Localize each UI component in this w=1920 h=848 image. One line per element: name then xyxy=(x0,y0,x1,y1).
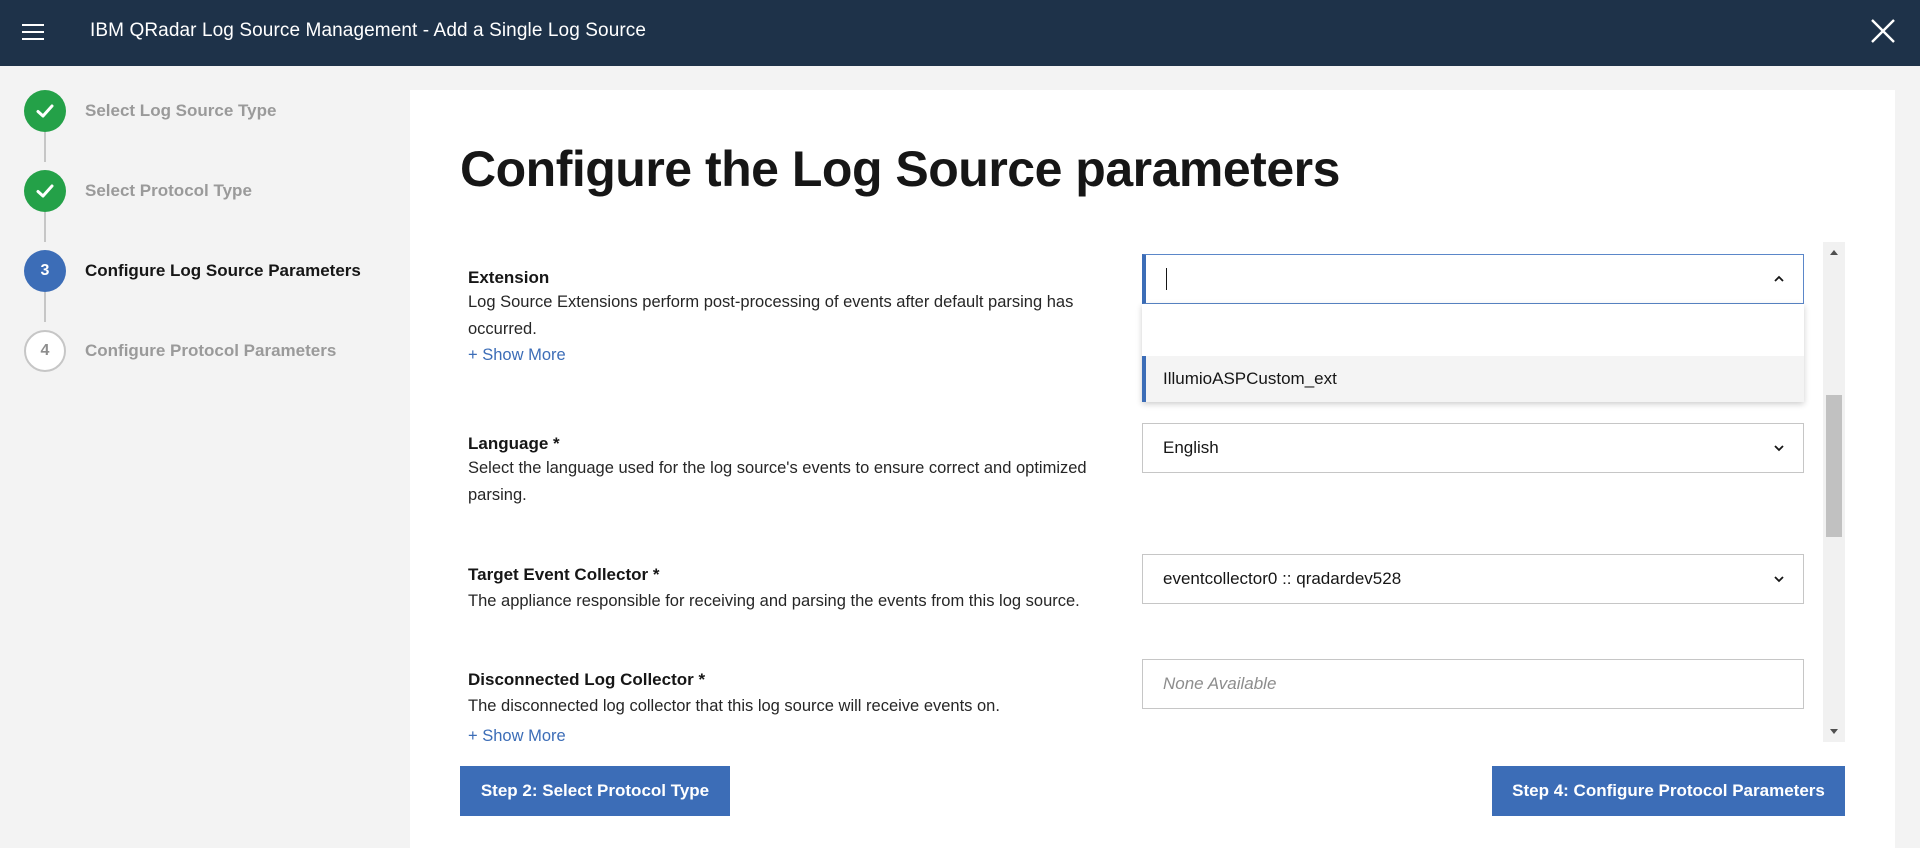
chevron-down-icon xyxy=(1774,576,1784,583)
next-step-button[interactable]: Step 4: Configure Protocol Parameters xyxy=(1492,766,1845,816)
extension-show-more-link[interactable]: + Show More xyxy=(468,346,566,365)
disconnected-log-collector-placeholder: None Available xyxy=(1163,674,1277,693)
text-caret xyxy=(1166,268,1167,290)
step-select-log-source-type[interactable]: Select Log Source Type xyxy=(24,90,276,132)
extension-dropdown-list: IllumioASPCustom_ext xyxy=(1142,304,1804,402)
extension-label: Extension xyxy=(468,268,550,287)
app-title: IBM QRadar Log Source Management - Add a… xyxy=(90,20,647,41)
target-event-collector-value: eventcollector0 :: qradardev528 xyxy=(1163,569,1402,588)
step-number: 3 xyxy=(24,250,66,292)
parameters-form[interactable]: Extension Log Source Extensions perform … xyxy=(450,242,1853,742)
step-configure-protocol-parameters: 4 Configure Protocol Parameters xyxy=(24,330,336,372)
disconnected-show-more-link[interactable]: + Show More xyxy=(468,727,566,742)
language-select[interactable]: English xyxy=(1142,423,1804,473)
step-label: Configure Log Source Parameters xyxy=(85,261,361,280)
language-label: Language * xyxy=(468,434,560,453)
step-connector xyxy=(44,132,46,162)
close-icon[interactable] xyxy=(1868,16,1898,46)
disconnected-log-collector-label: Disconnected Log Collector * xyxy=(468,670,706,689)
language-value: English xyxy=(1163,438,1219,457)
form-scrollbar[interactable] xyxy=(1823,242,1845,742)
disconnected-log-collector-description: The disconnected log collector that this… xyxy=(468,697,1000,715)
step-configure-log-source-parameters: 3 Configure Log Source Parameters xyxy=(24,250,361,292)
step-label: Select Protocol Type xyxy=(85,181,252,200)
step-select-protocol-type[interactable]: Select Protocol Type xyxy=(24,170,252,212)
disconnected-log-collector-select: None Available xyxy=(1142,659,1804,709)
step-number: 4 xyxy=(24,330,66,372)
step-label: Select Log Source Type xyxy=(85,101,277,120)
chevron-down-icon xyxy=(1774,445,1784,452)
top-bar: IBM QRadar Log Source Management - Add a… xyxy=(0,0,1920,66)
target-event-collector-description: The appliance responsible for receiving … xyxy=(468,592,1080,610)
language-description: Select the language used for the log sou… xyxy=(468,459,1087,504)
previous-step-button[interactable]: Step 2: Select Protocol Type xyxy=(460,766,730,816)
page-title: Configure the Log Source parameters xyxy=(460,141,1340,197)
checkmark-icon xyxy=(24,170,66,212)
progress-stepper: Select Log Source Type Select Protocol T… xyxy=(0,66,410,848)
extension-description: Log Source Extensions perform post-proce… xyxy=(468,293,1074,338)
step-connector xyxy=(44,212,46,242)
scroll-up-icon[interactable] xyxy=(1828,246,1840,258)
extension-option[interactable]: IllumioASPCustom_ext xyxy=(1142,356,1804,402)
step-label: Configure Protocol Parameters xyxy=(85,341,337,360)
checkmark-icon xyxy=(24,90,66,132)
chevron-up-icon xyxy=(1774,275,1784,282)
scroll-thumb[interactable] xyxy=(1826,395,1842,537)
target-event-collector-select[interactable]: eventcollector0 :: qradardev528 xyxy=(1142,554,1804,604)
step-connector xyxy=(44,292,46,322)
hamburger-menu-icon[interactable] xyxy=(22,20,48,44)
target-event-collector-label: Target Event Collector * xyxy=(468,565,660,584)
extension-combobox[interactable] xyxy=(1142,254,1804,304)
main-panel: Configure the Log Source parameters Exte… xyxy=(410,90,1895,848)
scroll-down-icon[interactable] xyxy=(1828,726,1840,738)
